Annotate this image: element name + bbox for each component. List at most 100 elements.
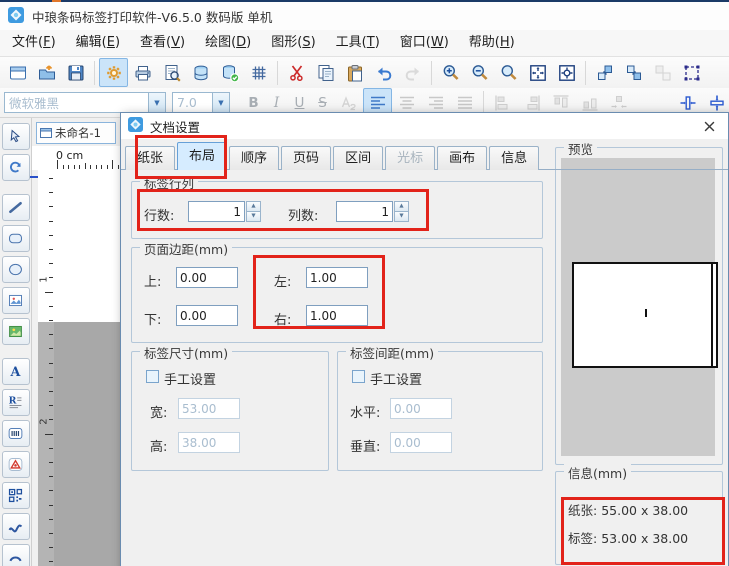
document-settings-button[interactable]	[99, 58, 128, 87]
arc-icon	[9, 556, 22, 562]
group-title: 信息(mm)	[564, 463, 632, 482]
qrcode-tool-button[interactable]	[1, 482, 30, 509]
save-icon	[68, 65, 83, 80]
margin-left-input[interactable]	[306, 267, 368, 288]
bring-forward-icon	[597, 65, 612, 80]
fit-selection-button[interactable]	[552, 58, 581, 87]
picture-icon	[9, 325, 22, 338]
manual-size-checkbox[interactable]	[146, 370, 159, 383]
align-left-icon	[370, 96, 385, 109]
menu-item-s[interactable]: 图形(S)	[261, 30, 325, 56]
cut-icon	[289, 64, 303, 81]
toolbar-separator	[585, 60, 586, 85]
margin-bottom-input[interactable]	[176, 305, 238, 326]
rounded-rect-tool-button[interactable]	[1, 225, 30, 252]
distribute-horizontal-icon	[611, 95, 626, 108]
print-preview-icon	[165, 64, 181, 82]
margin-top-input[interactable]	[176, 267, 238, 288]
image-tool-button[interactable]	[1, 287, 30, 314]
cols-spin-down[interactable]: ▼	[394, 211, 409, 222]
font-family-select[interactable]: 微软雅黑 ▼	[4, 92, 166, 113]
manual-gap-checkbox[interactable]	[352, 370, 365, 383]
menu-item-t[interactable]: 工具(T)	[326, 30, 390, 56]
database-check-button[interactable]	[215, 58, 244, 87]
new-document-button[interactable]	[3, 58, 32, 87]
menu-item-w[interactable]: 窗口(W)	[390, 30, 459, 56]
undo-button[interactable]	[369, 58, 398, 87]
save-button[interactable]	[61, 58, 90, 87]
barcode-tool-button[interactable]	[1, 420, 30, 447]
bring-forward-button[interactable]	[590, 58, 619, 87]
open-file-button[interactable]	[32, 58, 61, 87]
curve-tool-button[interactable]	[1, 513, 30, 540]
database-button[interactable]	[186, 58, 215, 87]
document-tab[interactable]: 未命名-1	[36, 122, 116, 144]
tab-canvas[interactable]: 画布	[437, 146, 488, 170]
cols-input[interactable]	[336, 201, 393, 222]
svg-text:R: R	[9, 395, 17, 406]
toolbar-separator	[94, 60, 95, 85]
picture-tool-button[interactable]	[1, 318, 30, 345]
tab-order[interactable]: 顺序	[229, 146, 280, 170]
font-size-select[interactable]: 7.0 ▼	[172, 92, 230, 113]
app-window: 中琅条码标签打印软件-V6.5.0 数码版 单机 文件(F) 编辑(E) 查看(V)…	[0, 0, 729, 566]
text-tool-button[interactable]: A	[1, 358, 30, 385]
shape-mark-tool-button[interactable]	[1, 451, 30, 478]
text-icon: A	[10, 365, 22, 380]
rows-input[interactable]	[188, 201, 245, 222]
zoom-out-icon	[472, 64, 488, 80]
line-tool-button[interactable]	[1, 194, 30, 221]
dialog-icon	[128, 117, 143, 135]
align-objects-right-icon	[527, 95, 540, 110]
menu-item-e[interactable]: 编辑(E)	[66, 30, 130, 56]
menu-item-h[interactable]: 帮助(H)	[459, 30, 525, 56]
arc-tool-button[interactable]	[1, 544, 30, 566]
label-height-input	[178, 432, 240, 453]
tab-paper[interactable]: 纸张	[125, 146, 176, 170]
menu-item-f[interactable]: 文件(F)	[2, 30, 66, 56]
cols-spin-up[interactable]: ▲	[394, 201, 409, 211]
vertical-ruler-label: 1	[38, 276, 50, 283]
rounded-rect-icon	[9, 233, 22, 244]
print-button[interactable]	[128, 58, 157, 87]
margin-right-input[interactable]	[306, 305, 368, 326]
rows-spin-up[interactable]: ▲	[246, 201, 261, 211]
paste-button[interactable]	[340, 58, 369, 87]
rows-spin-down[interactable]: ▼	[246, 211, 261, 222]
rich-text-tool-button[interactable]: R	[1, 389, 30, 416]
info-paper-label: 纸张:	[568, 503, 598, 518]
tab-layout[interactable]: 布局	[177, 142, 228, 170]
cut-button[interactable]	[282, 58, 311, 87]
label-page[interactable]	[54, 170, 120, 322]
rotate-tool-button[interactable]	[1, 154, 30, 181]
grid-settings-button[interactable]	[244, 58, 273, 87]
label-width-label: 宽:	[150, 406, 168, 421]
fit-window-button[interactable]	[523, 58, 552, 87]
send-backward-button[interactable]	[619, 58, 648, 87]
tab-info[interactable]: 信息	[489, 146, 540, 170]
menu-item-d[interactable]: 绘图(D)	[195, 30, 261, 56]
ellipse-tool-button[interactable]	[1, 256, 30, 283]
canvas-area: 未命名-1 0 cm 12	[30, 118, 120, 566]
zoom-out-button[interactable]	[465, 58, 494, 87]
cols-label: 列数:	[288, 209, 319, 224]
copy-button[interactable]	[311, 58, 340, 87]
group-button[interactable]	[677, 58, 706, 87]
print-preview-button[interactable]	[157, 58, 186, 87]
app-logo-icon	[128, 117, 143, 132]
group-label-gap: 标签间距(mm) 手工设置 水平: 垂直:	[337, 343, 543, 471]
menu-item-v[interactable]: 查看(V)	[130, 30, 195, 56]
tab-range[interactable]: 区间	[333, 146, 384, 170]
tab-page-number[interactable]: 页码	[281, 146, 332, 170]
bold-button: B	[248, 94, 259, 111]
copy-icon	[318, 64, 333, 81]
close-button[interactable]	[698, 118, 720, 135]
chevron-down-icon[interactable]: ▼	[148, 93, 165, 112]
chevron-down-icon[interactable]: ▼	[212, 93, 229, 112]
zoom-button[interactable]	[494, 58, 523, 87]
zoom-in-button[interactable]	[436, 58, 465, 87]
document-tab-label: 未命名-1	[55, 126, 101, 140]
vertical-ruler-label: 2	[38, 418, 50, 425]
select-tool-button[interactable]	[1, 123, 30, 150]
barcode-icon	[8, 427, 23, 440]
